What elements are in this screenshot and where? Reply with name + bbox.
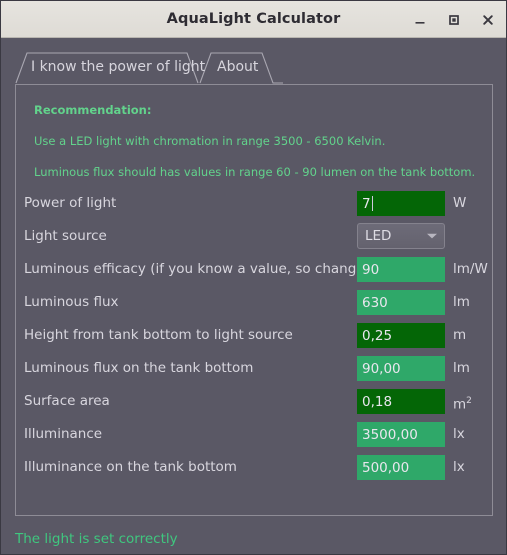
height-from-tank-bottom-input[interactable]: 0,25 [357,323,445,348]
field-unit: lx [453,426,465,442]
window-title: AquaLight Calculator [166,11,341,27]
tab-bar: I know the power of light About [1,48,506,84]
text-caret [371,196,373,211]
status-message: The light is set correctly [15,531,178,547]
form-row-power-of-light: Power of light 7 W [16,187,492,220]
form-row-surface-area: Surface area 0,18 m2 [16,385,492,418]
form-row-luminous-flux-tank-bottom: Luminous flux on the tank bottom 90,00 l… [16,352,492,385]
select-value: LED [365,228,392,244]
luminous-flux-tank-bottom-input[interactable]: 90,00 [357,356,445,381]
luminous-efficacy-input[interactable]: 90 [357,257,445,282]
field-unit: m [453,327,467,343]
tab-content-panel: Recommendation: Use a LED light with chr… [15,84,493,516]
field-value: 500,00 [362,459,410,476]
recommendation-title: Recommendation: [34,103,152,117]
close-button[interactable] [478,10,498,30]
field-label: Luminous efficacy (if you know a value, … [24,261,357,277]
field-unit: lm/W [453,261,488,277]
form-row-luminous-efficacy: Luminous efficacy (if you know a value, … [16,253,492,286]
field-unit: lm [453,360,470,376]
recommendation-line-1: Use a LED light with chromation in range… [34,134,386,148]
tab-label: I know the power of light [31,58,206,75]
field-label: Surface area [24,393,110,409]
close-icon [483,14,493,25]
power-of-light-input[interactable]: 7 [357,191,445,216]
field-label: Luminous flux [24,294,119,310]
recommendation-line-2: Luminous flux should has values in range… [34,165,476,179]
field-unit: lm [453,294,470,310]
field-label: Illuminance [24,426,103,442]
maximize-button[interactable] [444,10,464,30]
tab-i-know-the-power-of-light[interactable]: I know the power of light [15,52,211,84]
form-row-height-from-tank-bottom: Height from tank bottom to light source … [16,319,492,352]
field-value: 90 [362,261,380,278]
field-value: 90,00 [362,360,401,377]
form-row-illuminance-tank-bottom: Illuminance on the tank bottom 500,00 lx [16,451,492,484]
field-value: 0,18 [362,393,393,410]
luminous-flux-input[interactable]: 630 [357,290,445,315]
form-row-light-source: Light source LED [16,220,492,253]
window-controls [410,1,498,38]
surface-area-input[interactable]: 0,18 [357,389,445,414]
maximize-icon [449,14,459,25]
unit-exponent: 2 [466,396,472,406]
field-label: Height from tank bottom to light source [24,327,293,343]
field-unit: W [453,195,467,211]
field-label: Illuminance on the tank bottom [24,459,237,475]
illuminance-tank-bottom-input[interactable]: 500,00 [357,455,445,480]
field-label: Power of light [24,195,117,211]
field-value: 0,25 [362,327,393,344]
chevron-down-icon [427,233,437,239]
field-unit: m2 [453,396,472,413]
field-label: Light source [24,228,107,244]
field-value: 7 [362,195,371,212]
tab-label: About [217,58,259,75]
minimize-icon [415,21,425,24]
field-value: 630 [362,294,388,311]
minimize-button[interactable] [410,10,430,30]
field-value: 3500,00 [362,426,418,443]
form-row-luminous-flux: Luminous flux 630 lm [16,286,492,319]
illuminance-input[interactable]: 3500,00 [357,422,445,447]
field-unit: lx [453,459,465,475]
light-source-select[interactable]: LED [357,223,445,249]
application-window: AquaLight Calculator I know the power of… [0,0,507,555]
recommendation-block: Recommendation: Use a LED light with chr… [16,85,492,179]
title-bar: AquaLight Calculator [1,1,506,38]
calculator-form: Power of light 7 W Light source LED Lumi… [16,187,492,484]
field-label: Luminous flux on the tank bottom [24,360,254,376]
form-row-illuminance: Illuminance 3500,00 lx [16,418,492,451]
